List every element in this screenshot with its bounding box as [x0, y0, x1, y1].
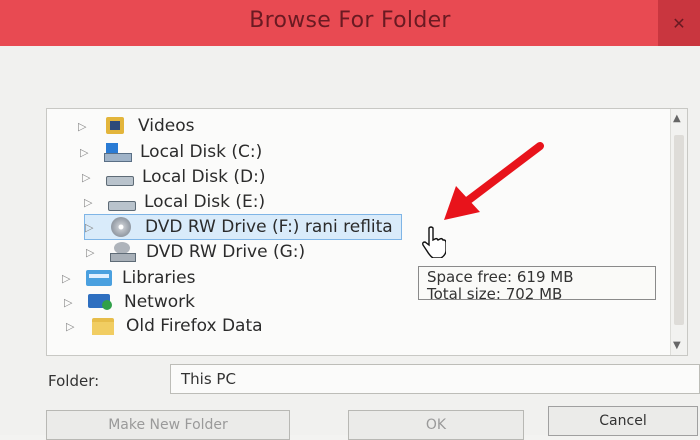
expand-icon[interactable]: ▷: [62, 272, 76, 285]
tree-item-dvd-g[interactable]: ▷ DVD RW Drive (G:): [86, 240, 305, 264]
network-icon: [86, 292, 116, 312]
scroll-up-icon[interactable]: ▲: [673, 113, 681, 124]
make-new-folder-button[interactable]: Make New Folder: [46, 410, 290, 440]
dvd-drive-icon: [107, 217, 137, 237]
tree-item-dvd-f[interactable]: ▷ DVD RW Drive (F:) rani reflita: [84, 214, 402, 240]
scroll-thumb[interactable]: [674, 135, 684, 325]
tree-item-local-disk-c[interactable]: ▷ Local Disk (C:): [80, 140, 262, 164]
expand-icon[interactable]: ▷: [82, 171, 96, 184]
tree-item-label: Local Disk (C:): [140, 142, 263, 162]
vertical-scrollbar[interactable]: ▲ ▼: [670, 109, 687, 355]
expand-icon[interactable]: ▷: [66, 320, 80, 333]
cancel-button[interactable]: Cancel: [548, 406, 698, 436]
close-button[interactable]: ✕: [658, 0, 700, 46]
title-bar: Browse For Folder ✕: [0, 0, 700, 46]
local-disk-icon: [104, 167, 134, 187]
folder-icon: [88, 316, 118, 336]
tree-item-local-disk-e[interactable]: ▷ Local Disk (E:): [84, 190, 265, 214]
libraries-icon: [84, 268, 114, 288]
hand-cursor-icon: [422, 226, 446, 258]
tree-item-label: Local Disk (D:): [142, 167, 266, 187]
annotation-arrow-icon: [444, 142, 544, 220]
folder-label: Folder:: [48, 372, 100, 390]
tree-item-label: DVD RW Drive (G:): [146, 242, 306, 262]
local-disk-c-icon: [102, 142, 132, 162]
expand-icon[interactable]: ▷: [85, 221, 99, 234]
dialog-title: Browse For Folder: [249, 8, 451, 33]
tree-item-old-firefox-data[interactable]: ▷ Old Firefox Data: [66, 314, 263, 338]
close-icon: ✕: [672, 13, 686, 33]
tree-item-libraries[interactable]: ▷ Libraries: [62, 266, 195, 290]
tooltip-space-free: Space free: 619 MB: [427, 268, 574, 286]
tree-item-videos[interactable]: ▷ Videos: [78, 114, 195, 138]
tooltip-total-size: Total size: 702 MB: [427, 285, 563, 303]
expand-icon[interactable]: ▷: [80, 146, 94, 159]
tree-item-network[interactable]: ▷ Network: [64, 290, 195, 314]
dvd-drive-icon: [108, 242, 138, 262]
ok-button[interactable]: OK: [348, 410, 524, 440]
tree-item-label: DVD RW Drive (F:) rani reflita: [145, 217, 393, 237]
scroll-down-icon[interactable]: ▼: [673, 340, 681, 351]
tree-item-label: Local Disk (E:): [144, 192, 266, 212]
tree-item-label: Videos: [138, 116, 195, 136]
tree-item-label: Network: [124, 292, 195, 312]
expand-icon[interactable]: ▷: [84, 196, 98, 209]
videos-icon: [100, 116, 130, 136]
local-disk-icon: [106, 192, 136, 212]
tree-item-local-disk-d[interactable]: ▷ Local Disk (D:): [82, 165, 265, 189]
expand-icon[interactable]: ▷: [78, 120, 92, 133]
expand-icon[interactable]: ▷: [64, 296, 78, 309]
folder-field[interactable]: This PC: [170, 364, 700, 394]
tree-item-label: Libraries: [122, 268, 196, 288]
expand-icon[interactable]: ▷: [86, 246, 100, 259]
tree-item-label: Old Firefox Data: [126, 316, 263, 336]
drive-info-tooltip: Space free: 619 MB Total size: 702 MB: [418, 266, 656, 303]
